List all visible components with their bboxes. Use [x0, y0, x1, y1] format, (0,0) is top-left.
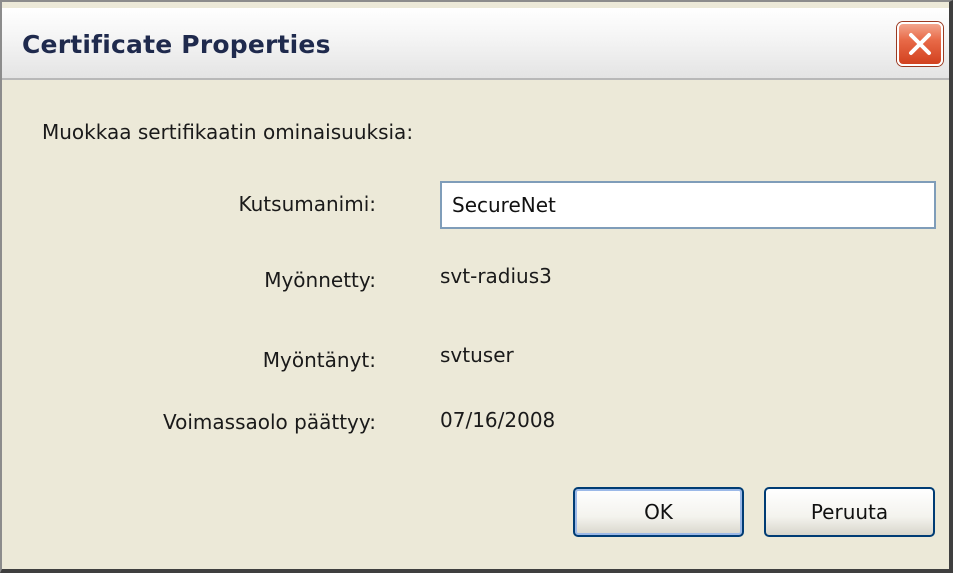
issued-to-value: svt-radius3: [440, 264, 552, 288]
close-icon: [909, 33, 931, 55]
certificate-properties-dialog: Certificate Properties Muokkaa sertifika…: [0, 0, 953, 573]
cancel-button[interactable]: Peruuta: [764, 487, 935, 537]
issued-by-value: svtuser: [440, 343, 514, 367]
dialog-prompt: Muokkaa sertifikaatin ominaisuuksia:: [42, 120, 414, 144]
ok-button[interactable]: OK: [573, 487, 744, 537]
friendly-name-input[interactable]: [440, 181, 936, 229]
issued-to-label: Myönnetty:: [264, 268, 376, 292]
close-button[interactable]: [897, 22, 943, 66]
expiration-value: 07/16/2008: [440, 408, 556, 432]
issued-by-label: Myöntänyt:: [262, 348, 376, 372]
dialog-content: Muokkaa sertifikaatin ominaisuuksia: Kut…: [2, 80, 949, 569]
title-bar[interactable]: Certificate Properties: [2, 8, 949, 80]
dialog-title: Certificate Properties: [22, 30, 331, 59]
friendly-name-label: Kutsumanimi:: [238, 192, 376, 216]
expiration-label: Voimassaolo päättyy:: [163, 410, 376, 434]
